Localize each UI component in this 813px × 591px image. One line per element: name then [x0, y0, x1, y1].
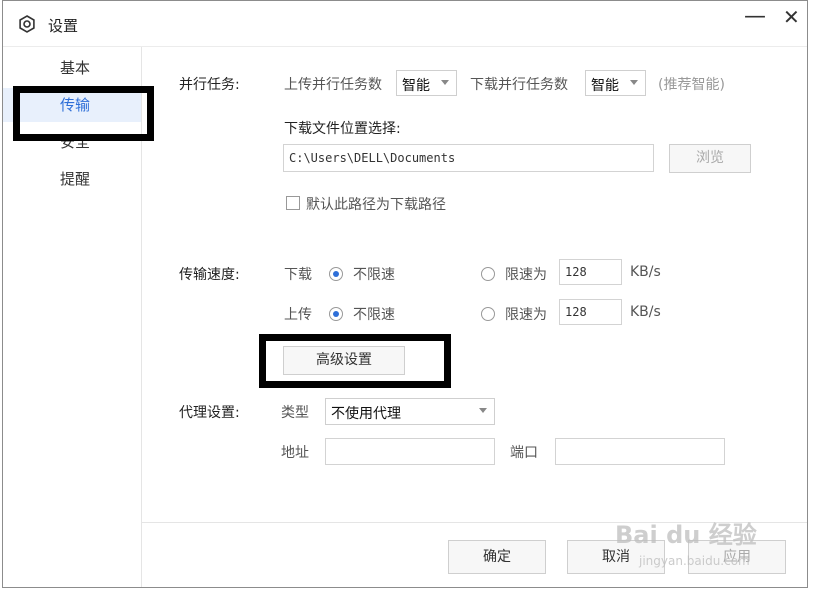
parallel-hint: (推荐智能) [658, 77, 725, 93]
upload-speed-label: 上传 [284, 307, 312, 323]
annotation-box-advanced [259, 334, 451, 388]
settings-gear-icon [19, 15, 35, 33]
download-limit-input[interactable] [559, 259, 622, 285]
default-path-checkbox[interactable] [286, 196, 300, 210]
download-limit-radio[interactable] [481, 267, 495, 281]
download-path-input[interactable] [283, 144, 654, 172]
browse-button[interactable]: 浏览 [669, 144, 751, 173]
proxy-type-value: 不使用代理 [331, 406, 401, 422]
upload-limit-label: 限速为 [505, 307, 547, 323]
upload-limit-radio[interactable] [481, 307, 495, 321]
ok-button[interactable]: 确定 [448, 540, 546, 574]
minimize-button[interactable]: — [744, 4, 766, 29]
default-path-label: 默认此路径为下载路径 [306, 197, 446, 213]
upload-unlimited-radio[interactable] [329, 307, 343, 321]
parallel-section-label: 并行任务: [179, 77, 240, 93]
upload-limit-input[interactable] [559, 299, 622, 325]
download-unlimited-label: 不限速 [353, 267, 395, 283]
proxy-section-label: 代理设置: [179, 405, 240, 421]
upload-parallel-value: 智能 [402, 78, 430, 94]
baidu-watermark: Bai du 经验 [615, 521, 757, 549]
proxy-type-select[interactable]: 不使用代理 [325, 398, 495, 425]
proxy-port-input[interactable] [555, 438, 725, 465]
upload-parallel-select[interactable]: 智能 [396, 70, 457, 96]
sidebar-item-reminder[interactable]: 提醒 [3, 162, 141, 196]
proxy-type-label: 类型 [281, 405, 309, 421]
download-unit-label: KB/s [630, 264, 661, 280]
download-parallel-value: 智能 [591, 78, 619, 94]
download-parallel-label: 下载并行任务数 [470, 77, 568, 93]
upload-unlimited-label: 不限速 [353, 307, 395, 323]
proxy-port-label: 端口 [510, 445, 538, 461]
window-title: 设置 [48, 17, 79, 35]
proxy-address-label: 地址 [281, 445, 309, 461]
upload-unit-label: KB/s [630, 304, 661, 320]
download-unlimited-radio[interactable] [329, 267, 343, 281]
chevron-down-icon [630, 80, 638, 85]
baidu-watermark-url: jingyan.baidu.com [639, 554, 750, 568]
proxy-address-input[interactable] [325, 438, 495, 465]
download-limit-label: 限速为 [505, 267, 547, 283]
download-location-label: 下载文件位置选择: [284, 121, 401, 137]
annotation-box-sidebar [13, 86, 154, 141]
chevron-down-icon [441, 80, 449, 85]
download-parallel-select[interactable]: 智能 [585, 70, 646, 96]
download-speed-label: 下载 [284, 267, 312, 283]
speed-section-label: 传输速度: [179, 267, 240, 283]
upload-parallel-label: 上传并行任务数 [284, 77, 382, 93]
sidebar-item-basic[interactable]: 基本 [3, 51, 141, 85]
chevron-down-icon [479, 408, 487, 413]
close-button[interactable]: ✕ [783, 5, 800, 29]
title-bar: 设置 — ✕ [3, 1, 807, 47]
